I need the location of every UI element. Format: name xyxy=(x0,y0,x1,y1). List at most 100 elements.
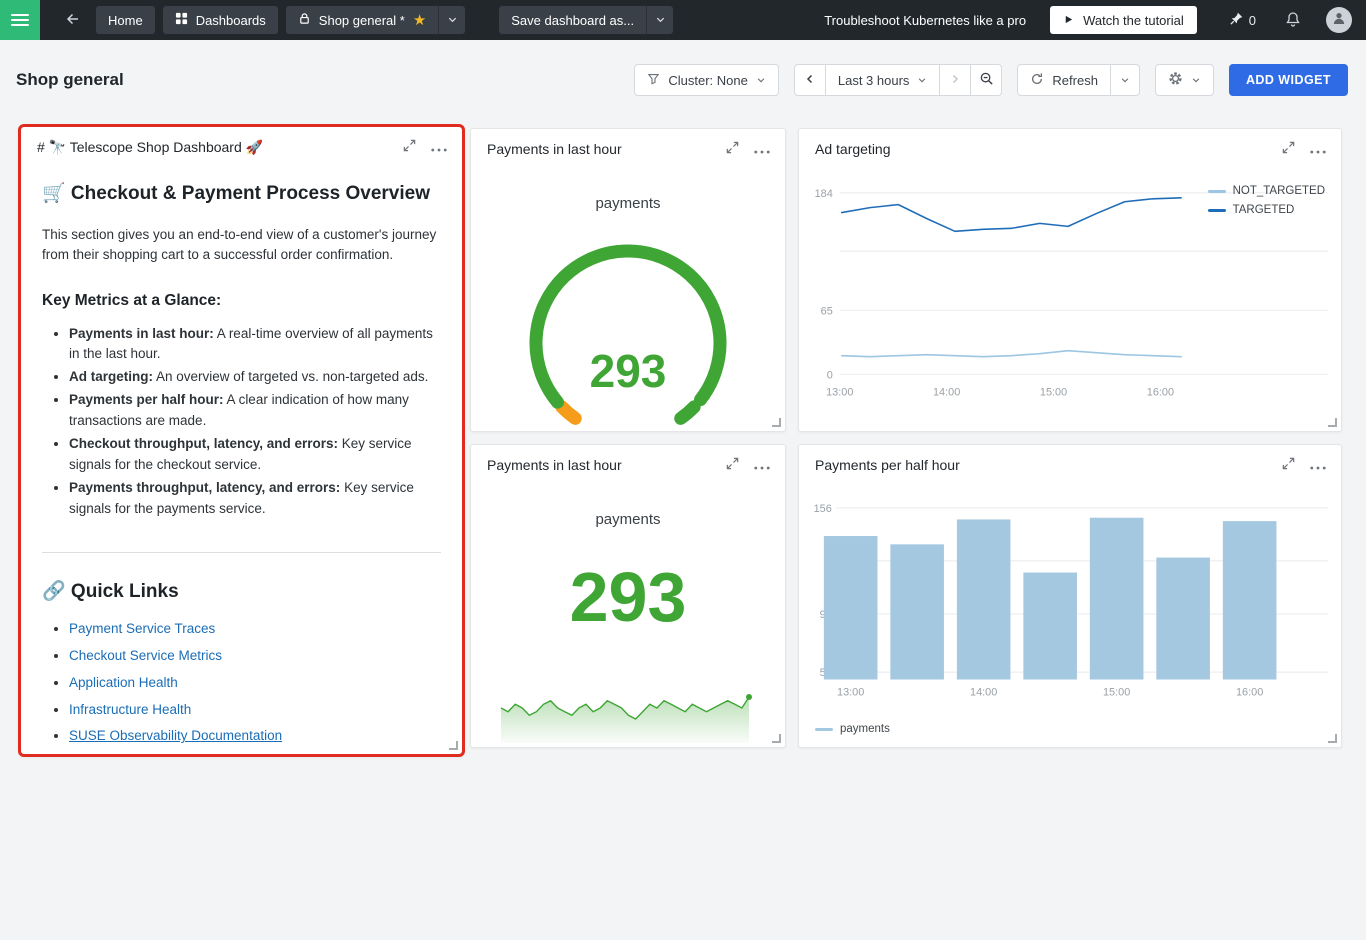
chevron-right-icon xyxy=(949,73,961,88)
widget-menu-button[interactable] xyxy=(747,451,777,479)
dashboard-switcher-chevron[interactable] xyxy=(438,6,465,34)
lock-icon xyxy=(298,12,311,28)
metric-name: payments xyxy=(471,195,785,212)
favorite-star-icon[interactable]: ★ xyxy=(413,13,426,28)
dashboard-settings-button[interactable] xyxy=(1155,64,1214,96)
quick-link[interactable]: SUSE Observability Documentation xyxy=(69,728,282,743)
payments-gauge-widget: Payments in last hour payments 293 xyxy=(470,128,786,432)
ellipsis-icon xyxy=(431,140,447,155)
legend-item[interactable]: TARGETED xyxy=(1208,204,1325,216)
list-item: Application Health xyxy=(69,673,441,694)
user-icon xyxy=(1331,10,1347,31)
expand-widget-button[interactable] xyxy=(1273,135,1303,163)
divider xyxy=(42,552,441,553)
time-range-button[interactable]: Last 3 hours xyxy=(825,64,941,96)
note-heading: 🛒 Checkout & Payment Process Overview xyxy=(42,181,441,205)
ad-targeting-widget: Ad targeting 18465013:0014:0015:0016:00 … xyxy=(798,128,1342,432)
resize-handle[interactable] xyxy=(772,734,781,743)
resize-handle[interactable] xyxy=(772,418,781,427)
current-dashboard-button[interactable]: Shop general * ★ xyxy=(286,6,438,34)
resize-handle[interactable] xyxy=(449,741,458,750)
chevron-down-icon xyxy=(447,13,458,28)
expand-icon xyxy=(725,456,740,474)
expand-widget-button[interactable] xyxy=(394,133,424,161)
home-button[interactable]: Home xyxy=(96,6,155,34)
chevron-down-icon xyxy=(655,13,666,28)
legend-label: TARGETED xyxy=(1233,204,1295,216)
widget-menu-button[interactable] xyxy=(424,133,454,161)
expand-icon xyxy=(725,140,740,158)
quick-link[interactable]: Payment Service Traces xyxy=(69,621,215,636)
widget-menu-button[interactable] xyxy=(1303,451,1333,479)
notifications-button[interactable] xyxy=(1278,6,1308,34)
time-back-button[interactable] xyxy=(794,64,826,96)
resize-handle[interactable] xyxy=(1328,418,1337,427)
bell-icon xyxy=(1285,11,1301,30)
dashboard-name: Shop general * xyxy=(319,13,405,28)
markdown-note-widget: # 🔭 Telescope Shop Dashboard 🚀 🛒 Checkou… xyxy=(18,124,465,757)
legend-label: payments xyxy=(840,723,890,735)
save-dashboard-as-button[interactable]: Save dashboard as... xyxy=(499,6,646,34)
svg-text:15:00: 15:00 xyxy=(1040,386,1067,398)
svg-text:13:00: 13:00 xyxy=(837,686,864,698)
user-avatar[interactable] xyxy=(1326,7,1352,33)
dashboards-button[interactable]: Dashboards xyxy=(163,6,278,34)
ellipsis-icon xyxy=(754,458,770,473)
dashboard-switcher: Shop general * ★ xyxy=(286,6,465,34)
resize-handle[interactable] xyxy=(1328,734,1337,743)
pin-count: 0 xyxy=(1249,13,1256,28)
svg-text:65: 65 xyxy=(821,305,833,317)
widget-menu-button[interactable] xyxy=(747,135,777,163)
widget-menu-button[interactable] xyxy=(1303,135,1333,163)
back-button[interactable] xyxy=(58,6,88,34)
watch-tutorial-button[interactable]: Watch the tutorial xyxy=(1050,6,1197,34)
svg-text:16:00: 16:00 xyxy=(1236,686,1263,698)
expand-widget-button[interactable] xyxy=(1273,451,1303,479)
arrow-left-icon xyxy=(65,11,81,30)
quick-link[interactable]: Application Health xyxy=(69,675,178,690)
widget-title: Payments per half hour xyxy=(815,457,1273,473)
legend-swatch xyxy=(815,728,833,731)
note-intro: This section gives you an end-to-end vie… xyxy=(42,225,441,266)
svg-text:16:00: 16:00 xyxy=(1147,386,1174,398)
cluster-filter-label: Cluster: None xyxy=(668,73,747,88)
zoom-out-icon xyxy=(979,71,994,89)
hamburger-icon xyxy=(11,14,29,16)
metric-name: payments xyxy=(471,511,785,528)
expand-icon xyxy=(1281,456,1296,474)
list-item: Payment Service Traces xyxy=(69,619,441,640)
dashboard-canvas: # 🔭 Telescope Shop Dashboard 🚀 🛒 Checkou… xyxy=(0,112,1366,940)
svg-text:15:00: 15:00 xyxy=(1103,686,1130,698)
save-dashboard-chevron[interactable] xyxy=(646,6,673,34)
top-navbar: Home Dashboards Shop general * ★ Save da… xyxy=(0,0,1366,40)
quick-link[interactable]: Checkout Service Metrics xyxy=(69,648,222,663)
ellipsis-icon xyxy=(1310,458,1326,473)
metric-item: Ad targeting: An overview of targeted vs… xyxy=(69,367,441,388)
expand-widget-button[interactable] xyxy=(717,451,747,479)
metrics-heading: Key Metrics at a Glance: xyxy=(42,292,441,310)
add-widget-button[interactable]: ADD WIDGET xyxy=(1229,64,1348,96)
page-title: Shop general xyxy=(16,70,124,90)
chart-legend[interactable]: payments xyxy=(815,723,890,735)
svg-text:156: 156 xyxy=(814,503,832,515)
refresh-options-button[interactable] xyxy=(1110,64,1140,96)
metric-item: Payments throughput, latency, and errors… xyxy=(69,478,441,520)
zoom-out-button[interactable] xyxy=(970,64,1002,96)
chevron-down-icon xyxy=(756,73,766,88)
list-item: Checkout Service Metrics xyxy=(69,646,441,667)
refresh-label: Refresh xyxy=(1052,73,1098,88)
list-item: Infrastructure Health xyxy=(69,700,441,721)
chart-legend: NOT_TARGETED TARGETED xyxy=(1208,185,1325,216)
widget-title: Ad targeting xyxy=(815,141,1273,157)
legend-item[interactable]: NOT_TARGETED xyxy=(1208,185,1325,197)
cluster-filter-button[interactable]: Cluster: None xyxy=(634,64,778,96)
chevron-down-icon xyxy=(1191,73,1201,88)
expand-widget-button[interactable] xyxy=(717,135,747,163)
refresh-button[interactable]: Refresh xyxy=(1017,64,1111,96)
quick-link[interactable]: Infrastructure Health xyxy=(69,702,191,717)
widget-header: Payments per half hour xyxy=(799,445,1341,485)
pinned-views-button[interactable]: 0 xyxy=(1223,10,1262,30)
play-icon xyxy=(1063,13,1074,28)
time-forward-button[interactable] xyxy=(939,64,971,96)
main-menu-button[interactable] xyxy=(0,0,40,40)
